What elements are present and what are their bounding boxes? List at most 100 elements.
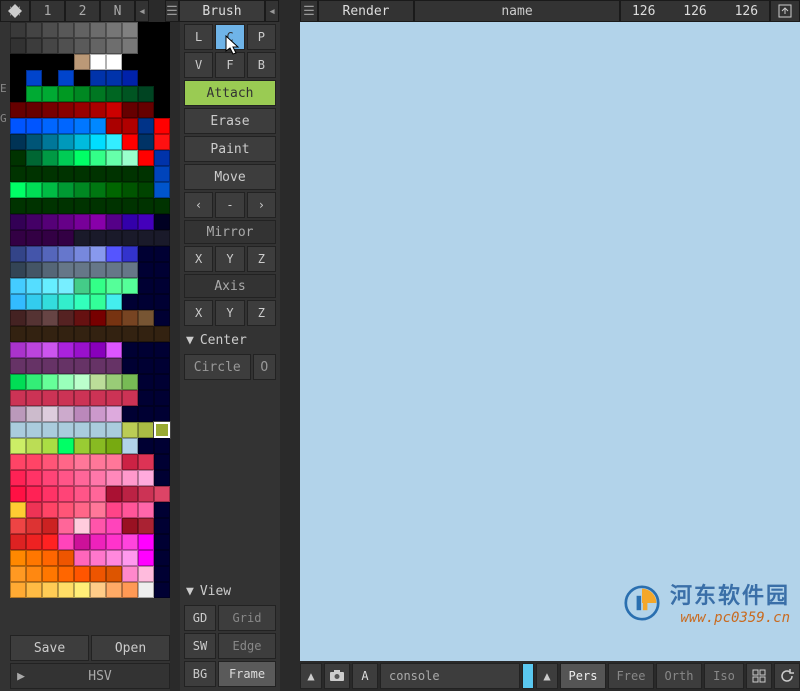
color-swatch[interactable]	[122, 470, 138, 486]
color-swatch[interactable]	[58, 454, 74, 470]
color-swatch[interactable]	[42, 246, 58, 262]
color-swatch[interactable]	[58, 518, 74, 534]
color-swatch[interactable]	[154, 182, 170, 198]
color-swatch[interactable]	[154, 102, 170, 118]
brush-brush-nav-›[interactable]: ›	[247, 192, 276, 218]
iso-button[interactable]: Iso	[704, 663, 744, 689]
color-swatch[interactable]	[154, 246, 170, 262]
color-swatch[interactable]	[58, 86, 74, 102]
color-swatch[interactable]	[10, 22, 26, 38]
view-frame-button[interactable]: Frame	[218, 661, 276, 687]
color-swatch[interactable]	[42, 390, 58, 406]
color-swatch[interactable]	[90, 246, 106, 262]
brush-brush-row1-p[interactable]: P	[247, 24, 276, 50]
color-swatch[interactable]	[154, 70, 170, 86]
color-swatch[interactable]	[122, 182, 138, 198]
camera-button[interactable]	[324, 663, 350, 689]
color-swatch[interactable]	[154, 566, 170, 582]
color-swatch[interactable]	[42, 406, 58, 422]
color-swatch[interactable]	[90, 438, 106, 454]
color-swatch[interactable]	[10, 566, 26, 582]
color-swatch[interactable]	[138, 118, 154, 134]
erase-button[interactable]: Erase	[184, 108, 276, 134]
color-swatch[interactable]	[74, 518, 90, 534]
color-swatch[interactable]	[138, 342, 154, 358]
color-swatch[interactable]	[138, 406, 154, 422]
color-swatch[interactable]	[26, 86, 42, 102]
color-swatch[interactable]	[58, 582, 74, 598]
color-swatch[interactable]	[10, 102, 26, 118]
color-swatch[interactable]	[122, 486, 138, 502]
color-swatch[interactable]	[122, 246, 138, 262]
color-swatch[interactable]	[90, 230, 106, 246]
color-swatch[interactable]	[26, 406, 42, 422]
color-swatch[interactable]	[10, 374, 26, 390]
color-swatch[interactable]	[74, 54, 90, 70]
color-swatch[interactable]	[90, 38, 106, 54]
brush-axis-axes-y[interactable]: Y	[215, 300, 244, 326]
color-swatch[interactable]	[42, 534, 58, 550]
color-swatch[interactable]	[42, 502, 58, 518]
color-swatch[interactable]	[90, 566, 106, 582]
color-swatch[interactable]	[154, 310, 170, 326]
color-swatch[interactable]	[138, 246, 154, 262]
color-swatch[interactable]	[74, 534, 90, 550]
color-swatch[interactable]	[74, 454, 90, 470]
color-swatch[interactable]	[106, 454, 122, 470]
color-swatch[interactable]	[58, 502, 74, 518]
color-swatch[interactable]	[122, 54, 138, 70]
color-swatch[interactable]	[26, 390, 42, 406]
brush-brush-row1-l[interactable]: L	[184, 24, 213, 50]
color-swatch[interactable]	[154, 326, 170, 342]
brush-brush-row2-b[interactable]: B	[247, 52, 276, 78]
color-swatch[interactable]	[26, 422, 42, 438]
color-swatch[interactable]	[10, 86, 26, 102]
color-swatch[interactable]	[106, 374, 122, 390]
color-swatch[interactable]	[26, 262, 42, 278]
color-swatch[interactable]	[138, 102, 154, 118]
color-swatch[interactable]	[74, 198, 90, 214]
color-swatch[interactable]	[10, 70, 26, 86]
color-swatch[interactable]	[10, 422, 26, 438]
color-swatch[interactable]	[90, 54, 106, 70]
color-swatch[interactable]	[10, 54, 26, 70]
color-swatch[interactable]	[138, 422, 154, 438]
brush-mirror-axes-x[interactable]: X	[184, 246, 213, 272]
color-swatch[interactable]	[58, 310, 74, 326]
color-swatch[interactable]	[42, 118, 58, 134]
color-swatch[interactable]	[10, 134, 26, 150]
color-swatch[interactable]	[138, 502, 154, 518]
circle-button[interactable]: Circle	[184, 354, 251, 380]
color-swatch[interactable]	[122, 230, 138, 246]
color-swatch[interactable]	[58, 182, 74, 198]
color-swatch[interactable]	[10, 342, 26, 358]
color-swatch[interactable]	[90, 134, 106, 150]
tab-1[interactable]: 1	[30, 0, 65, 22]
color-swatch[interactable]	[42, 134, 58, 150]
color-swatch[interactable]	[42, 262, 58, 278]
color-swatch[interactable]	[106, 38, 122, 54]
color-swatch[interactable]	[138, 470, 154, 486]
color-swatch[interactable]	[26, 310, 42, 326]
color-swatch[interactable]	[42, 182, 58, 198]
color-swatch[interactable]	[42, 38, 58, 54]
collapse-left-icon[interactable]: ◂	[135, 0, 149, 22]
color-swatch[interactable]	[26, 102, 42, 118]
view-grid-button[interactable]: Grid	[218, 605, 276, 631]
color-swatch[interactable]	[42, 438, 58, 454]
color-swatch[interactable]	[106, 214, 122, 230]
color-swatch[interactable]	[74, 70, 90, 86]
color-swatch[interactable]	[122, 214, 138, 230]
color-swatch[interactable]	[90, 326, 106, 342]
color-swatch[interactable]	[138, 166, 154, 182]
color-swatch[interactable]	[10, 166, 26, 182]
color-swatch[interactable]	[42, 310, 58, 326]
color-swatch[interactable]	[90, 102, 106, 118]
color-swatch[interactable]	[58, 534, 74, 550]
color-swatch[interactable]	[74, 390, 90, 406]
color-swatch[interactable]	[10, 262, 26, 278]
color-swatch[interactable]	[138, 38, 154, 54]
view-sw-button[interactable]: SW	[184, 633, 216, 659]
color-swatch[interactable]	[154, 150, 170, 166]
color-swatch[interactable]	[10, 486, 26, 502]
